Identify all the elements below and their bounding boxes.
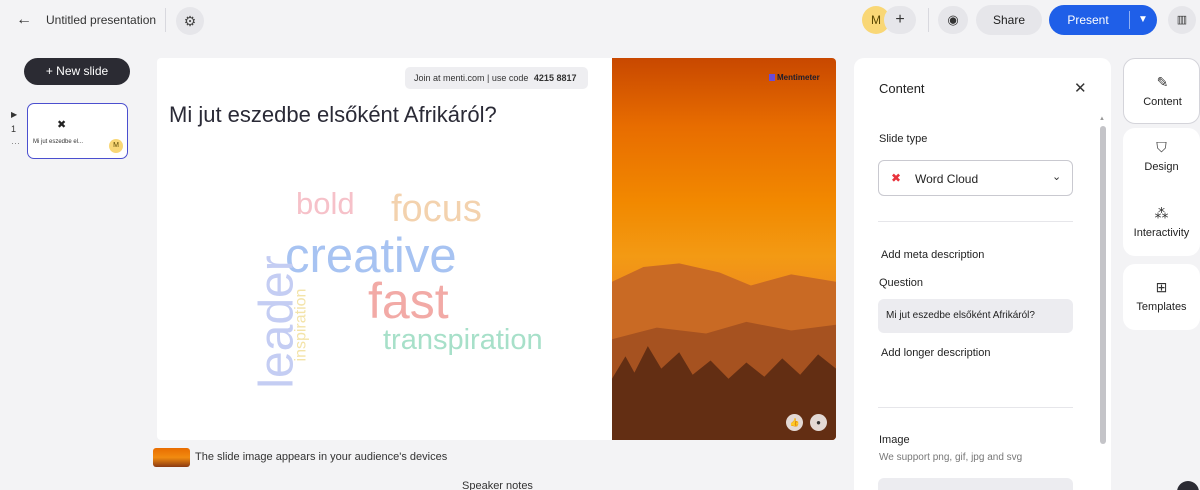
arrow-left-icon: ← <box>16 11 32 28</box>
presentation-title[interactable]: Untitled presentation <box>46 13 156 27</box>
slide-type-label: Slide type <box>879 133 928 145</box>
divider <box>878 221 1073 222</box>
chevron-down-icon[interactable]: ▼ <box>1131 5 1155 35</box>
mentimeter-logo: Mentimeter <box>769 73 820 82</box>
divider <box>928 8 929 32</box>
question-label: Question <box>879 277 924 289</box>
back-button[interactable]: ← <box>14 10 34 30</box>
paint-brush-icon: ⛉ <box>1156 139 1167 155</box>
interactivity-icon: ⁂ <box>1154 205 1169 221</box>
slide-thumbnail[interactable]: ✖ Mi jut eszedbe el... M <box>27 103 128 159</box>
word-cloud-word: bold <box>296 186 355 221</box>
divider <box>165 8 166 32</box>
tab-content[interactable]: ✎ Content <box>1124 73 1200 108</box>
tab-label: Templates <box>1136 301 1187 313</box>
word-cloud-icon: ✖ <box>57 119 67 131</box>
word-cloud-word: fast <box>368 273 449 329</box>
slide-type-value: Word Cloud <box>915 172 979 186</box>
slide-question[interactable]: Mi jut eszedbe elsőként Afrikáról? <box>169 102 497 128</box>
scrollbar-thumb[interactable] <box>1100 126 1106 444</box>
scrollbar[interactable]: ▲ <box>1099 116 1107 490</box>
present-button[interactable]: Present ▼ <box>1049 5 1157 35</box>
person-icon[interactable]: ● <box>810 414 827 431</box>
present-separator <box>1129 11 1130 29</box>
thumbs-up-icon[interactable]: 👍 <box>786 414 803 431</box>
add-collaborator-button[interactable]: + <box>884 6 916 34</box>
help-button[interactable] <box>1177 481 1199 490</box>
templates-icon: ⊞ <box>1155 279 1168 295</box>
new-slide-button[interactable]: + New slide <box>24 58 130 85</box>
speaker-notes-toggle[interactable]: Speaker notes <box>462 480 533 490</box>
slide-thumbnail-label: Mi jut eszedbe el... <box>33 139 84 145</box>
slide-type-select[interactable]: ✖ Word Cloud ⌄ <box>878 160 1073 196</box>
add-longer-description-link[interactable]: Add longer description <box>881 347 990 359</box>
tab-templates[interactable]: ⊞ Templates <box>1123 278 1200 313</box>
image-note-thumbnail <box>153 448 190 467</box>
chevron-down-icon: ⌄ <box>1052 171 1062 183</box>
tab-design[interactable]: ⛉ Design <box>1123 138 1200 173</box>
tab-label: Design <box>1144 161 1179 173</box>
menti-icon[interactable]: ▥ <box>1168 6 1196 34</box>
share-button[interactable]: Share <box>976 5 1042 35</box>
image-upload-area[interactable] <box>878 478 1073 490</box>
preview-button[interactable]: ◉ <box>938 6 968 34</box>
thumbnail-avatar: M <box>109 139 123 153</box>
tab-interactivity[interactable]: ⁂ Interactivity <box>1123 204 1200 239</box>
mentimeter-logo-icon <box>769 74 775 81</box>
close-icon[interactable]: ✕ <box>1074 79 1087 97</box>
toolbar-content-tab[interactable]: ✎ Content <box>1123 58 1200 124</box>
gear-icon: ⚙ <box>183 13 197 29</box>
content-panel: Content ✕ Slide type ✖ Word Cloud ⌄ Add … <box>854 58 1111 490</box>
play-marker-icon: ▶ <box>11 110 18 119</box>
image-note-text: The slide image appears in your audience… <box>195 451 448 463</box>
scroll-up-icon[interactable]: ▲ <box>1099 116 1105 122</box>
word-cloud-icon: ✖ <box>891 171 902 185</box>
pencil-icon: ✎ <box>1156 74 1169 90</box>
join-code: 4215 8817 <box>533 73 577 83</box>
top-bar: ← Untitled presentation ⚙ M + ◉ Share Pr… <box>0 0 1200 42</box>
image-support-text: We support png, gif, jpg and svg <box>879 452 1023 463</box>
toolbar-group: ⛉ Design ⁂ Interactivity <box>1123 128 1200 256</box>
tab-label: Interactivity <box>1133 227 1190 239</box>
word-cloud-word: transpiration <box>383 324 543 356</box>
settings-button[interactable]: ⚙ <box>176 7 204 35</box>
slide-image[interactable]: Mentimeter 👍 ● <box>612 58 836 440</box>
word-cloud-word: inspiration <box>292 288 310 362</box>
slide-canvas[interactable]: Join at menti.com | use code 4215 8817 M… <box>157 58 836 440</box>
toolbar-group: ⊞ Templates <box>1123 264 1200 330</box>
add-meta-description-link[interactable]: Add meta description <box>881 249 984 261</box>
join-instructions: Join at menti.com | use code 4215 8817 <box>405 67 588 89</box>
brand-name: Mentimeter <box>777 73 820 82</box>
slide-options-icon[interactable]: ⋯ <box>11 138 20 149</box>
divider <box>878 407 1073 408</box>
image-label: Image <box>879 434 910 446</box>
panel-title: Content <box>879 81 925 96</box>
eye-icon: ◉ <box>947 12 959 27</box>
question-input[interactable]: Mi jut eszedbe elsőként Afrikáról? <box>878 299 1073 333</box>
tab-label: Content <box>1143 96 1182 108</box>
word-cloud-word: focus <box>391 188 482 230</box>
present-label[interactable]: Present <box>1049 5 1127 35</box>
slide-number: 1 <box>11 124 17 134</box>
join-text: Join at menti.com | use code <box>414 73 529 83</box>
